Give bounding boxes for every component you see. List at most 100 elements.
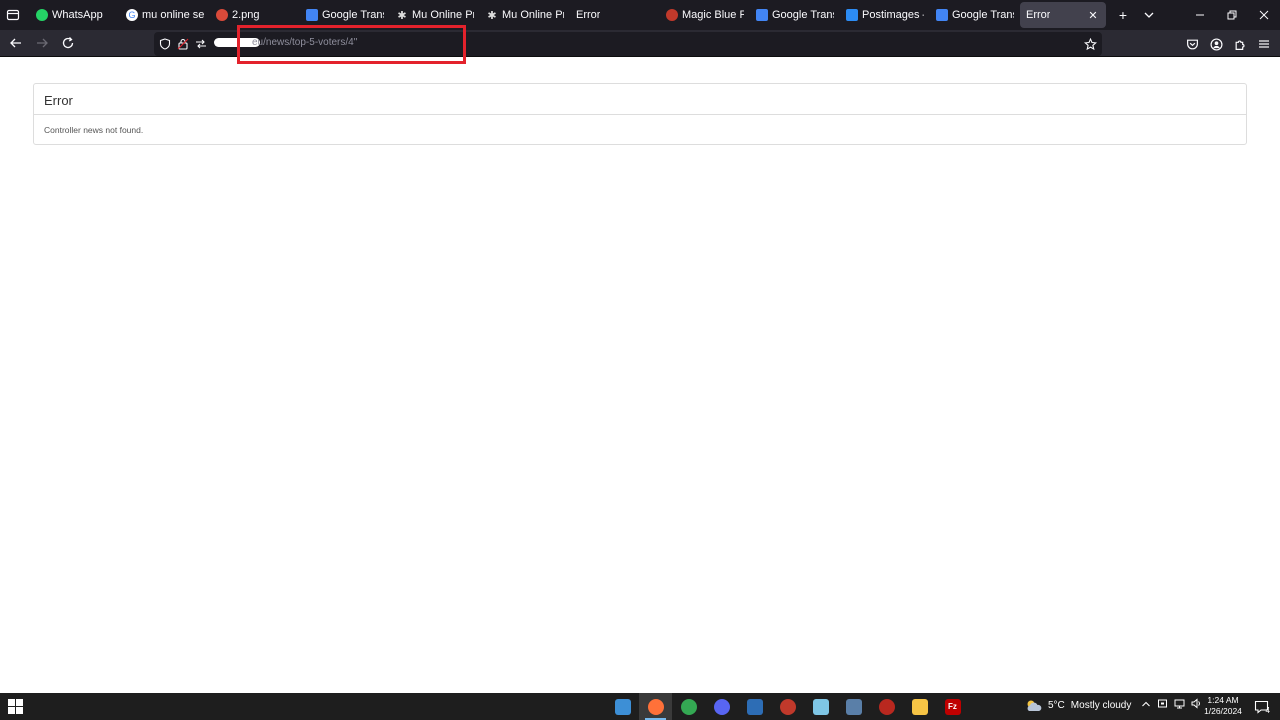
tab-title: Mu Online Privat (412, 9, 474, 21)
taskbar-pin-8[interactable] (837, 693, 870, 720)
taskbar-pin-9[interactable] (870, 693, 903, 720)
explorer-pin-icon (614, 698, 631, 715)
site-security-button[interactable] (174, 34, 192, 54)
whatsapp-icon (36, 9, 48, 21)
taskbar-pin-5[interactable] (738, 693, 771, 720)
close-icon (1259, 10, 1269, 20)
error-heading: Error (34, 84, 1246, 115)
tab-strip: WhatsApp Gmu online season 2.png Google Tra… (0, 0, 1280, 30)
tab-1[interactable]: WhatsApp (30, 2, 120, 28)
tab-8[interactable]: Magic Blue Froze (660, 2, 750, 28)
firefox-view-icon (6, 9, 20, 21)
firefox-view-button[interactable] (0, 0, 26, 30)
minimize-icon (1196, 14, 1204, 16)
clock[interactable]: 1:24 AM 1/26/2024 (1200, 695, 1246, 717)
hamburger-menu-icon (1259, 40, 1269, 48)
arrow-left-icon (10, 38, 21, 48)
account-icon (1209, 37, 1223, 51)
chevron-up-icon[interactable] (1141, 699, 1151, 712)
back-button[interactable] (4, 31, 28, 55)
tab-title: Magic Blue Froze (682, 9, 744, 21)
game-launcher-pin-icon (779, 698, 796, 715)
cloud-icon (1027, 700, 1042, 711)
taskbar-pin-11[interactable]: Fz (936, 693, 969, 720)
taskbar-pin-2[interactable] (639, 693, 672, 720)
tab-title: WhatsApp (52, 9, 103, 21)
permissions-button[interactable] (192, 34, 210, 54)
bookmark-button[interactable] (1080, 34, 1100, 54)
notepad-pin-icon (812, 698, 829, 715)
minimize-button[interactable] (1184, 0, 1216, 30)
weather-condition: Mostly cloudy (1070, 699, 1132, 711)
lock-warning-icon (177, 38, 189, 50)
tab-title: Google Translate (322, 9, 384, 21)
device-icon[interactable] (1157, 698, 1168, 712)
clock-time: 1:24 AM (1207, 695, 1239, 705)
tab-7[interactable]: Error (570, 2, 660, 28)
tab-title: Postimages — gi (862, 9, 924, 21)
weather-widget[interactable]: 5°C Mostly cloudy (1025, 698, 1131, 712)
game-launcher-2-pin-icon (878, 698, 895, 715)
close-tab-icon[interactable]: ✕ (1086, 9, 1100, 22)
firefox-pin-icon (647, 698, 664, 715)
google-icon: G (126, 9, 138, 21)
taskbar-pin-4[interactable] (705, 693, 738, 720)
google-translate-icon (756, 9, 768, 21)
network-icon[interactable] (1174, 698, 1185, 712)
error-panel: Error Controller news not found. (33, 83, 1247, 145)
calculator-pin-icon (845, 698, 862, 715)
reload-button[interactable] (56, 31, 80, 55)
extensions-button[interactable] (1228, 32, 1252, 56)
google-translate-icon (936, 9, 948, 21)
tab-title: Mu Online Privat (502, 9, 564, 21)
pocket-icon (1186, 39, 1198, 49)
tab-9[interactable]: Google Translate (750, 2, 840, 28)
gear-icon: ✱ (397, 9, 407, 22)
taskbar-pin-7[interactable] (804, 693, 837, 720)
taskbar-pin-6[interactable] (771, 693, 804, 720)
tab-10[interactable]: Postimages — gi (840, 2, 930, 28)
forward-button[interactable] (30, 31, 54, 55)
taskbar-pin-10[interactable] (903, 693, 936, 720)
taskbar-pin-3[interactable] (672, 693, 705, 720)
close-window-button[interactable] (1248, 0, 1280, 30)
list-all-tabs-button[interactable] (1136, 2, 1162, 28)
notification-count: 4 (1265, 706, 1270, 715)
clock-date: 1/26/2024 (1204, 706, 1242, 716)
tab-title: Error (1026, 9, 1051, 21)
pocket-button[interactable] (1180, 32, 1204, 56)
tab-title: Error (576, 9, 601, 21)
taskbar-pin-1[interactable] (606, 693, 639, 720)
menu-button[interactable] (1252, 32, 1276, 56)
tab-6[interactable]: ✱ Mu Online Privat (480, 2, 570, 28)
system-tray (1138, 698, 1205, 712)
restore-button[interactable] (1216, 0, 1248, 30)
image-icon (216, 9, 228, 21)
chevron-down-icon (1144, 12, 1154, 18)
tab-2[interactable]: Gmu online season (120, 2, 210, 28)
account-button[interactable] (1204, 32, 1228, 56)
windows-logo-icon (8, 699, 23, 714)
new-tab-button[interactable]: + (1110, 2, 1136, 28)
notifications-button[interactable]: 4 (1252, 698, 1270, 715)
shield-icon (159, 38, 171, 50)
permissions-icon (196, 39, 206, 49)
windows-taskbar: Fz 5°C Mostly cloudy 1:24 AM 1/26/2024 4 (0, 693, 1280, 720)
tab-11[interactable]: Google Translate (930, 2, 1020, 28)
annotation-highlight-box (237, 25, 466, 64)
star-icon (1083, 37, 1097, 50)
google-translate-icon (306, 9, 318, 21)
gear-icon: ✱ (487, 9, 497, 22)
navigation-toolbar: eu/news/top-5-voters/4" (0, 30, 1280, 57)
puzzle-icon (1235, 40, 1244, 50)
tab-12[interactable]: Error ✕ (1020, 2, 1106, 28)
tab-title: mu online season (142, 9, 204, 21)
tracking-protection-button[interactable] (156, 34, 174, 54)
reload-icon (62, 37, 74, 49)
restore-icon (1227, 10, 1237, 20)
start-button[interactable] (8, 699, 23, 714)
file-explorer-pin-icon (911, 698, 928, 715)
weather-temp: 5°C (1048, 699, 1065, 711)
discord-pin-icon (713, 698, 730, 715)
game-icon (666, 9, 678, 21)
